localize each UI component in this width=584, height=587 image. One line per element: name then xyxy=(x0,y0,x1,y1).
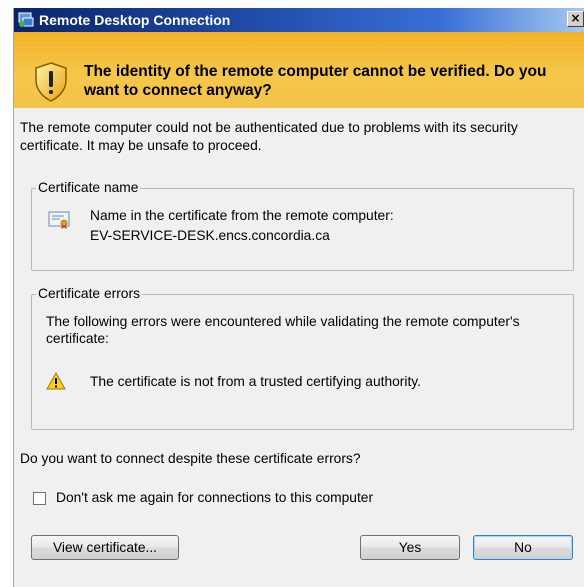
window-title: Remote Desktop Connection xyxy=(39,12,231,28)
certificate-name-group: Certificate name Name in the certificate… xyxy=(31,180,574,271)
certificate-name-label: Name in the certificate from the remote … xyxy=(90,208,394,223)
view-certificate-button[interactable]: View certificate... xyxy=(31,535,179,560)
warning-heading: The identity of the remote computer cann… xyxy=(84,63,547,99)
certificate-name-group-title: Certificate name xyxy=(36,180,141,196)
warning-banner: The identity of the remote computer cann… xyxy=(14,32,584,108)
dont-ask-checkbox[interactable] xyxy=(33,492,46,505)
warning-icon xyxy=(46,372,66,390)
certificate-errors-intro: The following errors were encountered wh… xyxy=(46,314,520,346)
certificate-icon xyxy=(48,211,70,229)
connect-question: Do you want to connect despite these cer… xyxy=(20,451,361,466)
remote-desktop-dialog: Remote Desktop Connection × The identity… xyxy=(13,8,584,587)
certificate-errors-group-title: Certificate errors xyxy=(36,286,142,302)
no-button[interactable]: No xyxy=(473,535,573,560)
certificate-name-value: EV-SERVICE-DESK.encs.concordia.ca xyxy=(90,228,330,243)
remote-desktop-icon xyxy=(18,12,34,27)
dont-ask-label[interactable]: Don't ask me again for connections to th… xyxy=(56,489,373,507)
certificate-error-item: The certificate is not from a trusted ce… xyxy=(90,374,422,389)
title-bar: Remote Desktop Connection × xyxy=(14,8,584,32)
warning-shield-icon xyxy=(35,62,67,102)
yes-button[interactable]: Yes xyxy=(360,535,460,560)
close-button[interactable]: × xyxy=(567,11,584,27)
intro-text: The remote computer could not be authent… xyxy=(20,120,518,153)
certificate-errors-group: Certificate errors The following errors … xyxy=(31,286,574,430)
